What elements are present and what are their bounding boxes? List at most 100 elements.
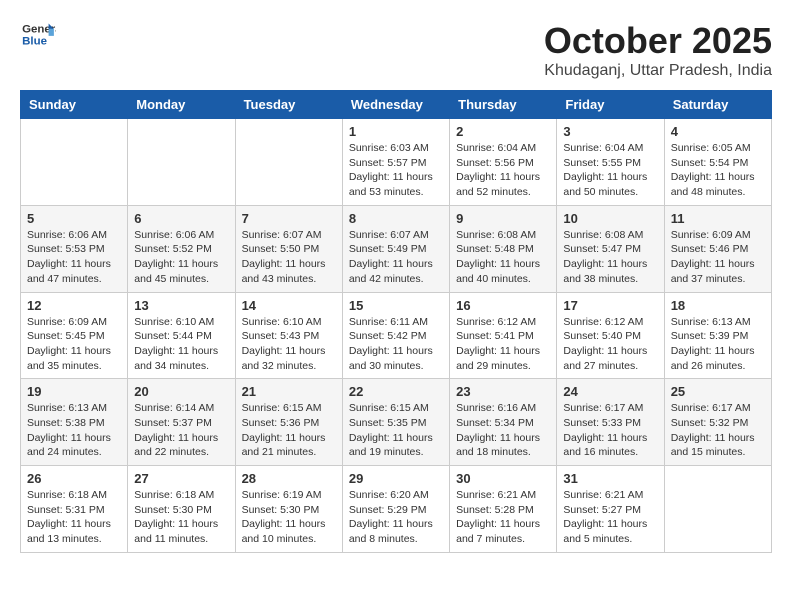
calendar-cell: 31Sunrise: 6:21 AM Sunset: 5:27 PM Dayli… bbox=[557, 466, 664, 553]
calendar-cell bbox=[128, 119, 235, 206]
day-info: Sunrise: 6:10 AM Sunset: 5:43 PM Dayligh… bbox=[242, 315, 336, 374]
calendar-cell: 29 Sunrise: 6:20 AM Sunset: 5:29 PM Dayli… bbox=[342, 466, 449, 553]
calendar-cell bbox=[664, 466, 771, 553]
day-number: 24 bbox=[563, 384, 657, 399]
day-info: Sunrise: 6:18 AM Sunset: 5:30 PM Dayligh… bbox=[134, 488, 228, 547]
weekday-header-sunday: Sunday bbox=[21, 91, 128, 119]
calendar-cell: 30 Sunrise: 6:21 AM Sunset: 5:28 PM Dayli… bbox=[450, 466, 557, 553]
weekday-header-monday: Monday bbox=[128, 91, 235, 119]
calendar-week-3: 12 Sunrise: 6:09 AM Sunset: 5:45 PM Dayli… bbox=[21, 292, 772, 379]
day-number: 19 bbox=[27, 384, 121, 399]
day-number: 6 bbox=[134, 211, 228, 226]
calendar-cell: 9Sunrise: 6:08 AM Sunset: 5:48 PM Daylig… bbox=[450, 205, 557, 292]
calendar-cell: 7 Sunrise: 6:07 AM Sunset: 5:50 PM Daylig… bbox=[235, 205, 342, 292]
day-number: 4 bbox=[671, 124, 765, 139]
day-number: 2 bbox=[456, 124, 550, 139]
day-info: Sunrise: 6:18 AM Sunset: 5:31 PM Dayligh… bbox=[27, 488, 121, 547]
calendar-table: SundayMondayTuesdayWednesdayThursdayFrid… bbox=[20, 90, 772, 553]
weekday-header-wednesday: Wednesday bbox=[342, 91, 449, 119]
calendar-week-1: 1 Sunrise: 6:03 AM Sunset: 5:57 PM Daylig… bbox=[21, 119, 772, 206]
svg-text:Blue: Blue bbox=[22, 36, 47, 48]
day-info: Sunrise: 6:19 AM Sunset: 5:30 PM Dayligh… bbox=[242, 488, 336, 547]
day-number: 10 bbox=[563, 211, 657, 226]
day-number: 28 bbox=[242, 471, 336, 486]
calendar-cell: 11Sunrise: 6:09 AM Sunset: 5:46 PM Dayli… bbox=[664, 205, 771, 292]
weekday-header-row: SundayMondayTuesdayWednesdayThursdayFrid… bbox=[21, 91, 772, 119]
day-number: 17 bbox=[563, 298, 657, 313]
day-number: 18 bbox=[671, 298, 765, 313]
day-number: 9 bbox=[456, 211, 550, 226]
calendar-cell: 15 Sunrise: 6:11 AM Sunset: 5:42 PM Dayli… bbox=[342, 292, 449, 379]
day-info: Sunrise: 6:13 AM Sunset: 5:39 PM Dayligh… bbox=[671, 315, 765, 374]
day-number: 25 bbox=[671, 384, 765, 399]
day-number: 29 bbox=[349, 471, 443, 486]
day-number: 12 bbox=[27, 298, 121, 313]
day-info: Sunrise: 6:10 AM Sunset: 5:44 PM Dayligh… bbox=[134, 315, 228, 374]
day-info: Sunrise: 6:16 AM Sunset: 5:34 PM Dayligh… bbox=[456, 401, 550, 460]
day-info: Sunrise: 6:17 AM Sunset: 5:33 PM Dayligh… bbox=[563, 401, 657, 460]
calendar-cell: 5 Sunrise: 6:06 AM Sunset: 5:53 PM Daylig… bbox=[21, 205, 128, 292]
calendar-cell: 18 Sunrise: 6:13 AM Sunset: 5:39 PM Dayli… bbox=[664, 292, 771, 379]
day-number: 14 bbox=[242, 298, 336, 313]
day-number: 16 bbox=[456, 298, 550, 313]
calendar-week-4: 19 Sunrise: 6:13 AM Sunset: 5:38 PM Dayli… bbox=[21, 379, 772, 466]
logo: General Blue bbox=[20, 20, 56, 50]
calendar-cell: 28 Sunrise: 6:19 AM Sunset: 5:30 PM Dayli… bbox=[235, 466, 342, 553]
day-info: Sunrise: 6:08 AM Sunset: 5:47 PM Dayligh… bbox=[563, 228, 657, 287]
day-info: Sunrise: 6:15 AM Sunset: 5:35 PM Dayligh… bbox=[349, 401, 443, 460]
calendar-cell: 14 Sunrise: 6:10 AM Sunset: 5:43 PM Dayli… bbox=[235, 292, 342, 379]
day-info: Sunrise: 6:12 AM Sunset: 5:40 PM Dayligh… bbox=[563, 315, 657, 374]
day-number: 26 bbox=[27, 471, 121, 486]
weekday-header-tuesday: Tuesday bbox=[235, 91, 342, 119]
calendar-cell: 27Sunrise: 6:18 AM Sunset: 5:30 PM Dayli… bbox=[128, 466, 235, 553]
day-number: 3 bbox=[563, 124, 657, 139]
calendar-cell: 2Sunrise: 6:04 AM Sunset: 5:56 PM Daylig… bbox=[450, 119, 557, 206]
day-info: Sunrise: 6:15 AM Sunset: 5:36 PM Dayligh… bbox=[242, 401, 336, 460]
day-info: Sunrise: 6:21 AM Sunset: 5:27 PM Dayligh… bbox=[563, 488, 657, 547]
weekday-header-thursday: Thursday bbox=[450, 91, 557, 119]
day-number: 1 bbox=[349, 124, 443, 139]
day-info: Sunrise: 6:04 AM Sunset: 5:55 PM Dayligh… bbox=[563, 141, 657, 200]
day-info: Sunrise: 6:11 AM Sunset: 5:42 PM Dayligh… bbox=[349, 315, 443, 374]
day-number: 20 bbox=[134, 384, 228, 399]
day-info: Sunrise: 6:03 AM Sunset: 5:57 PM Dayligh… bbox=[349, 141, 443, 200]
weekday-header-friday: Friday bbox=[557, 91, 664, 119]
weekday-header-saturday: Saturday bbox=[664, 91, 771, 119]
day-number: 7 bbox=[242, 211, 336, 226]
day-number: 23 bbox=[456, 384, 550, 399]
day-info: Sunrise: 6:17 AM Sunset: 5:32 PM Dayligh… bbox=[671, 401, 765, 460]
calendar-cell: 8Sunrise: 6:07 AM Sunset: 5:49 PM Daylig… bbox=[342, 205, 449, 292]
day-info: Sunrise: 6:21 AM Sunset: 5:28 PM Dayligh… bbox=[456, 488, 550, 547]
day-info: Sunrise: 6:09 AM Sunset: 5:46 PM Dayligh… bbox=[671, 228, 765, 287]
calendar-cell: 1 Sunrise: 6:03 AM Sunset: 5:57 PM Daylig… bbox=[342, 119, 449, 206]
calendar-cell: 13 Sunrise: 6:10 AM Sunset: 5:44 PM Dayli… bbox=[128, 292, 235, 379]
day-info: Sunrise: 6:20 AM Sunset: 5:29 PM Dayligh… bbox=[349, 488, 443, 547]
calendar-cell: 17 Sunrise: 6:12 AM Sunset: 5:40 PM Dayli… bbox=[557, 292, 664, 379]
header: General Blue October 2025 Khudaganj, Utt… bbox=[20, 20, 772, 80]
day-number: 30 bbox=[456, 471, 550, 486]
day-info: Sunrise: 6:07 AM Sunset: 5:49 PM Dayligh… bbox=[349, 228, 443, 287]
calendar-cell: 4 Sunrise: 6:05 AM Sunset: 5:54 PM Daylig… bbox=[664, 119, 771, 206]
day-info: Sunrise: 6:06 AM Sunset: 5:53 PM Dayligh… bbox=[27, 228, 121, 287]
calendar-cell: 20 Sunrise: 6:14 AM Sunset: 5:37 PM Dayli… bbox=[128, 379, 235, 466]
day-number: 15 bbox=[349, 298, 443, 313]
day-number: 5 bbox=[27, 211, 121, 226]
day-info: Sunrise: 6:07 AM Sunset: 5:50 PM Dayligh… bbox=[242, 228, 336, 287]
day-info: Sunrise: 6:14 AM Sunset: 5:37 PM Dayligh… bbox=[134, 401, 228, 460]
calendar-cell: 26 Sunrise: 6:18 AM Sunset: 5:31 PM Dayli… bbox=[21, 466, 128, 553]
calendar-cell: 12 Sunrise: 6:09 AM Sunset: 5:45 PM Dayli… bbox=[21, 292, 128, 379]
day-info: Sunrise: 6:13 AM Sunset: 5:38 PM Dayligh… bbox=[27, 401, 121, 460]
calendar-cell: 10 Sunrise: 6:08 AM Sunset: 5:47 PM Dayli… bbox=[557, 205, 664, 292]
day-info: Sunrise: 6:09 AM Sunset: 5:45 PM Dayligh… bbox=[27, 315, 121, 374]
calendar-week-5: 26 Sunrise: 6:18 AM Sunset: 5:31 PM Dayli… bbox=[21, 466, 772, 553]
day-number: 21 bbox=[242, 384, 336, 399]
day-number: 13 bbox=[134, 298, 228, 313]
location-title: Khudaganj, Uttar Pradesh, India bbox=[544, 62, 772, 80]
calendar-cell: 3 Sunrise: 6:04 AM Sunset: 5:55 PM Daylig… bbox=[557, 119, 664, 206]
calendar-cell: 21 Sunrise: 6:15 AM Sunset: 5:36 PM Dayli… bbox=[235, 379, 342, 466]
calendar-week-2: 5 Sunrise: 6:06 AM Sunset: 5:53 PM Daylig… bbox=[21, 205, 772, 292]
calendar-cell: 23 Sunrise: 6:16 AM Sunset: 5:34 PM Dayli… bbox=[450, 379, 557, 466]
day-info: Sunrise: 6:06 AM Sunset: 5:52 PM Dayligh… bbox=[134, 228, 228, 287]
calendar-cell bbox=[235, 119, 342, 206]
day-info: Sunrise: 6:05 AM Sunset: 5:54 PM Dayligh… bbox=[671, 141, 765, 200]
